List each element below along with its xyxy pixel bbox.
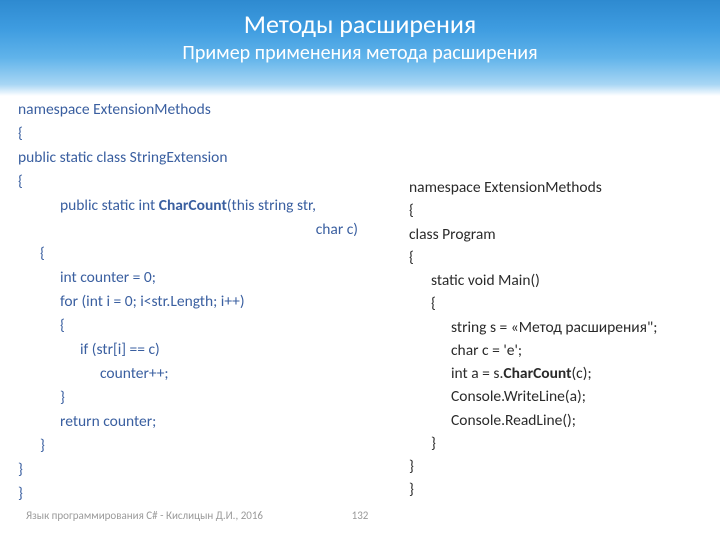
code-line: Console.ReadLine(); <box>409 409 694 432</box>
code-block-extension: namespace ExtensionMethods { public stat… <box>18 98 388 506</box>
code-line: char c) <box>18 218 388 242</box>
code-line: int counter = 0; <box>18 266 388 290</box>
code-line: } <box>18 434 388 458</box>
code-line: (c); <box>571 364 591 383</box>
code-line: string s = «Метод расширения"; <box>409 316 694 339</box>
slide-header: Методы расширения Пример применения мето… <box>0 0 720 96</box>
code-line: { <box>18 242 388 266</box>
footer-text: Язык программирования C# - Кислицын Д.И.… <box>26 509 263 522</box>
code-line: } <box>409 432 694 455</box>
code-block-program: namespace ExtensionMethods { class Progr… <box>409 176 694 502</box>
code-line: { <box>409 248 414 267</box>
code-line: { <box>18 172 23 191</box>
code-line: Console.WriteLine(a); <box>409 385 694 408</box>
code-line: counter++; <box>18 362 388 386</box>
code-method-name: CharCount <box>159 196 227 215</box>
code-line: public static int <box>60 196 159 215</box>
slide-title: Методы расширения <box>0 10 720 39</box>
code-line: class Program <box>409 225 496 244</box>
code-line: return counter; <box>18 410 388 434</box>
slide-footer: Язык программирования C# - Кислицын Д.И.… <box>26 509 694 522</box>
code-line: } <box>18 386 388 410</box>
slide-body: namespace ExtensionMethods { public stat… <box>0 98 720 540</box>
code-line: } <box>409 457 414 476</box>
code-line: namespace ExtensionMethods <box>409 178 602 197</box>
code-line: } <box>18 460 23 479</box>
code-line: public static class StringExtension <box>18 148 228 167</box>
code-line: { <box>409 292 694 315</box>
slide-subtitle: Пример применения метода расширения <box>0 41 720 65</box>
code-line: { <box>409 201 414 220</box>
code-line: for (int i = 0; i<str.Length; i++) <box>18 290 388 314</box>
code-line: { <box>18 314 388 338</box>
code-line: { <box>18 124 23 143</box>
code-line: namespace ExtensionMethods <box>18 100 211 119</box>
code-line: int a = s. <box>451 364 503 383</box>
slide: Методы расширения Пример применения мето… <box>0 0 720 540</box>
code-line: if (str[i] == c) <box>18 338 388 362</box>
code-line: (this string str, <box>227 196 316 215</box>
code-line: } <box>409 480 414 499</box>
code-line: } <box>18 484 23 503</box>
code-line: static void Main() <box>409 269 694 292</box>
code-line: char c = 'е'; <box>409 339 694 362</box>
code-method-name: CharCount <box>503 364 571 383</box>
page-number: 132 <box>352 509 369 522</box>
